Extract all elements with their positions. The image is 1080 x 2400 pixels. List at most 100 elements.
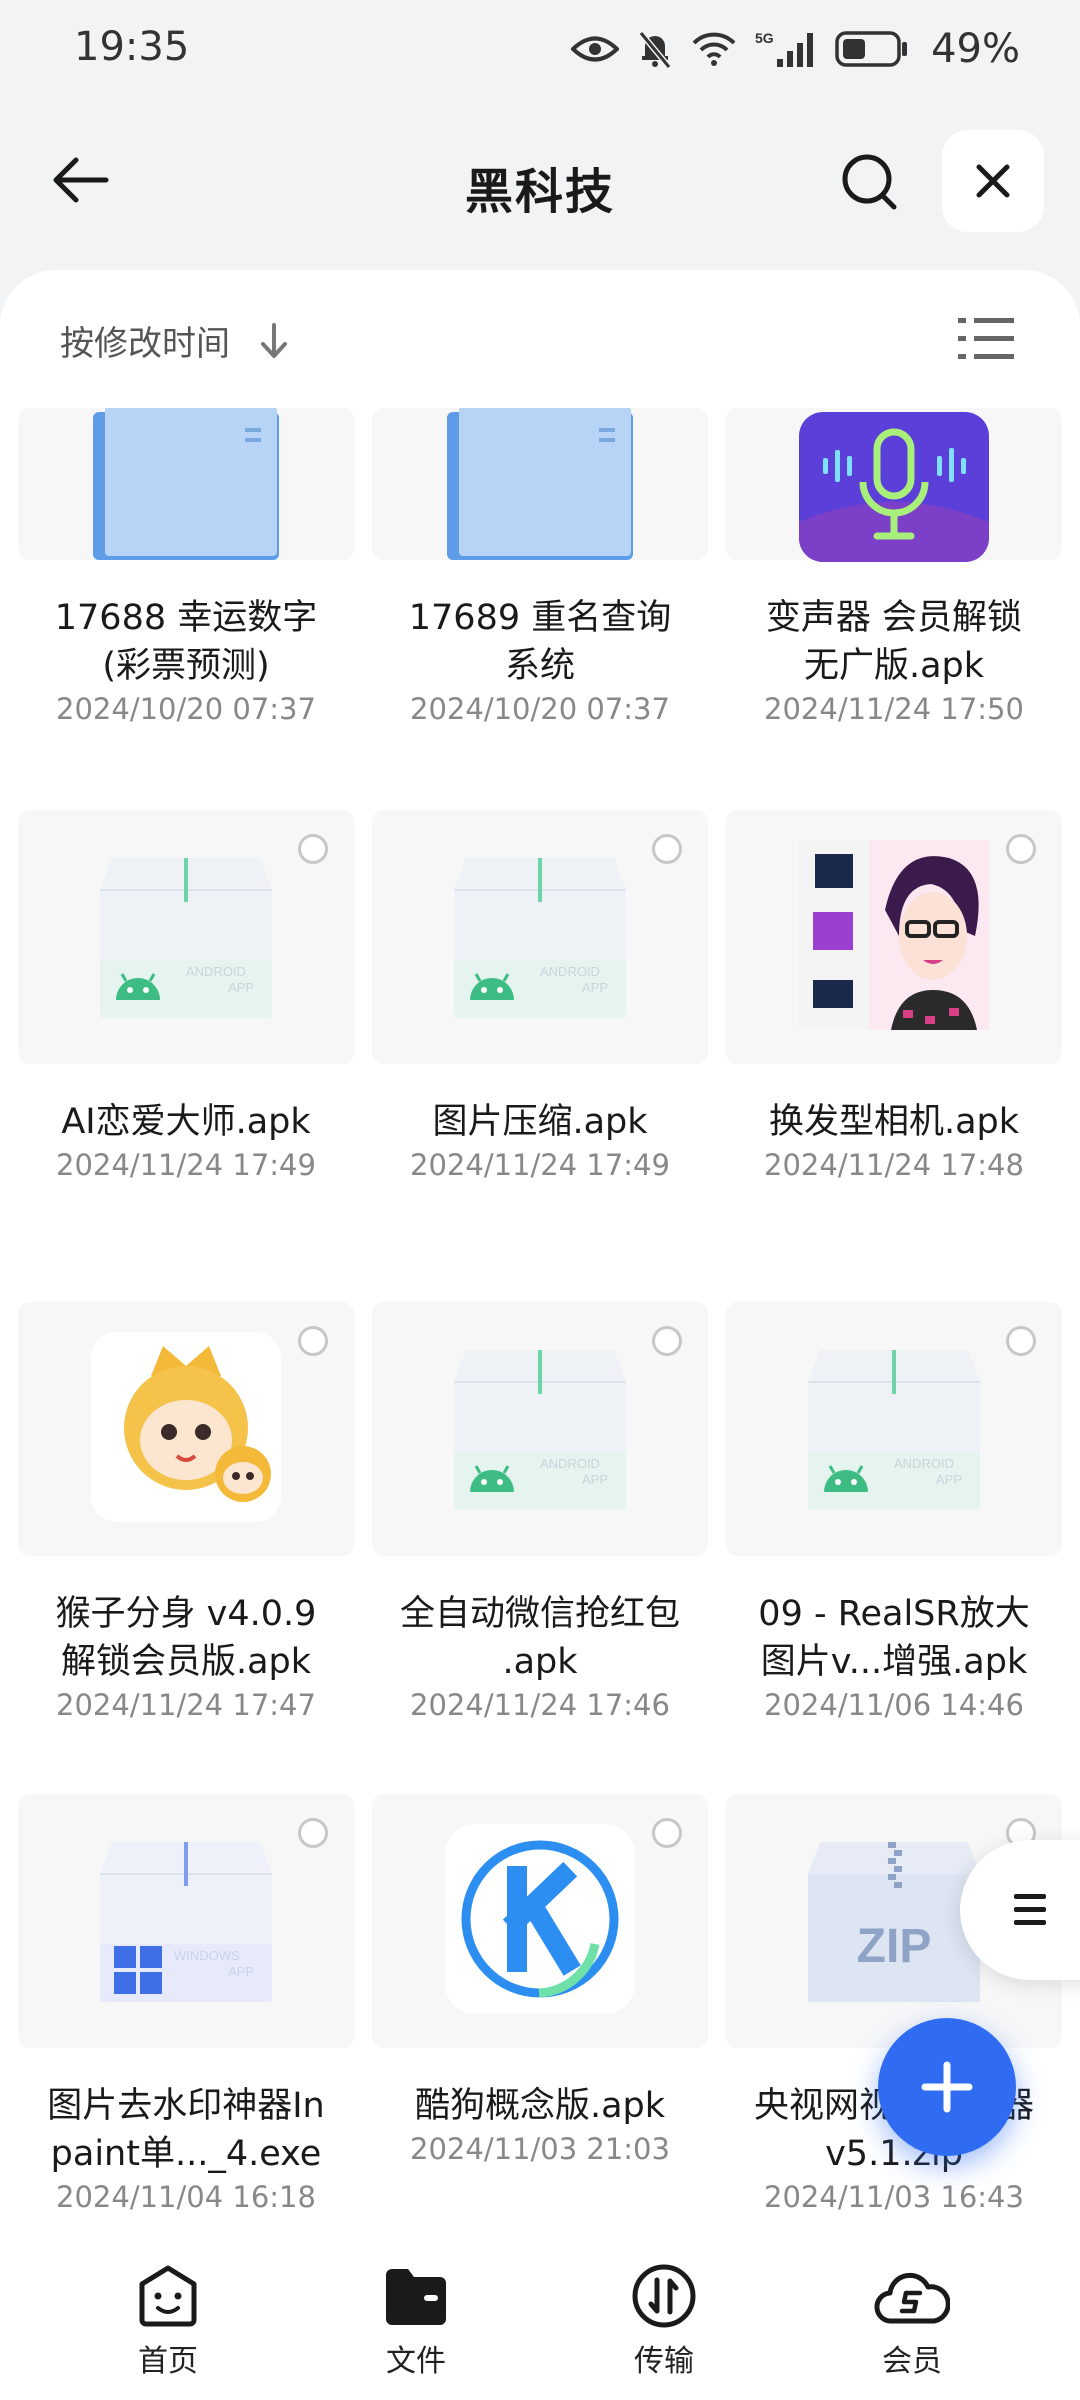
select-radio[interactable] — [298, 1818, 328, 1848]
search-icon — [842, 154, 897, 210]
file-thumbnail[interactable]: WINDOWS APP — [18, 1794, 354, 2048]
svg-text:ANDROID: ANDROID — [186, 964, 246, 979]
sort-bar: 按修改时间 — [0, 270, 1080, 408]
file-date: 2024/11/04 16:18 — [56, 2180, 316, 2214]
bottom-navigation: 首页 文件 传输 会员 — [0, 2240, 1080, 2400]
nav-home[interactable]: 首页 — [88, 2260, 248, 2380]
file-name-line: 无广版.apk — [803, 646, 985, 686]
file-date: 2024/10/20 07:37 — [410, 692, 670, 726]
svg-text:APP: APP — [582, 1472, 608, 1487]
svg-text:APP: APP — [582, 980, 608, 995]
file-name: 17689 重名查询 系统 — [362, 594, 718, 690]
svg-text:ANDROID: ANDROID — [540, 964, 600, 979]
select-radio[interactable] — [1006, 834, 1036, 864]
file-thumbnail[interactable] — [726, 408, 1062, 562]
file-date: 2024/10/20 07:37 — [56, 692, 316, 726]
list-view-icon[interactable] — [956, 314, 1016, 364]
svg-text:5G: 5G — [755, 30, 774, 46]
status-time: 19:35 — [74, 24, 190, 70]
svg-text:APP: APP — [936, 1472, 962, 1487]
android-apk-icon: ANDROID APP — [452, 1342, 628, 1516]
folder-icon — [91, 402, 281, 566]
page-title: 黑科技 — [464, 164, 615, 220]
file-thumbnail[interactable] — [372, 1794, 708, 2048]
file-name-line: 09 - RealSR放大 — [758, 1594, 1030, 1634]
sort-button[interactable]: 按修改时间 — [60, 316, 230, 365]
android-apk-icon: ANDROID APP — [452, 850, 628, 1024]
voice-changer-app-icon — [799, 412, 989, 566]
file-name-line: AI恋爱大师.apk — [61, 1102, 311, 1142]
select-radio[interactable] — [298, 834, 328, 864]
select-radio[interactable] — [652, 1326, 682, 1356]
mute-bell-icon — [638, 31, 672, 69]
file-name-line: (彩票预测) — [102, 646, 270, 686]
file-name-line: 猴子分身 v4.0.9 — [55, 1594, 317, 1634]
close-button[interactable] — [942, 130, 1044, 232]
eye-icon — [571, 36, 620, 62]
file-name-line: 图片压缩.apk — [432, 1102, 648, 1142]
file-name: 全自动微信抢红包 .apk — [362, 1590, 718, 1686]
file-name-line: 全自动微信抢红包 — [399, 1594, 680, 1634]
svg-text:APP: APP — [228, 1964, 254, 1979]
file-thumbnail[interactable]: ANDROID APP — [726, 1302, 1062, 1556]
file-thumbnail[interactable] — [18, 1302, 354, 1556]
home-face-icon — [139, 2265, 197, 2327]
file-name-line: 17689 重名查询 — [408, 598, 672, 638]
svg-text:WINDOWS: WINDOWS — [174, 1948, 240, 1963]
file-name-line: 17688 幸运数字 — [54, 598, 318, 638]
file-date: 2024/11/03 16:43 — [764, 2180, 1024, 2214]
nav-transfer[interactable]: 传输 — [584, 2260, 744, 2380]
file-name-line: 图片v...增强.apk — [760, 1642, 1028, 1682]
file-date: 2024/11/24 17:50 — [764, 692, 1024, 726]
file-name-line: v5.1.zip — [825, 2134, 963, 2174]
top-app-bar: 黑科技 — [0, 120, 1080, 240]
file-thumbnail[interactable]: ANDROID APP — [372, 1302, 708, 1556]
transfer-icon — [632, 2264, 696, 2328]
file-name: 酷狗概念版.apk — [362, 2082, 718, 2130]
file-name: AI恋爱大师.apk — [8, 1098, 364, 1146]
menu-icon — [1014, 1894, 1046, 1925]
file-thumbnail[interactable] — [18, 406, 354, 560]
hairstyle-camera-app-icon — [799, 840, 989, 1034]
monkey-clone-app-icon — [91, 1332, 281, 1526]
nav-vip[interactable]: 会员 — [832, 2260, 992, 2380]
nav-home-label: 首页 — [138, 2344, 198, 2379]
select-radio[interactable] — [298, 1326, 328, 1356]
file-name: 图片压缩.apk — [362, 1098, 718, 1146]
file-name-line: 变声器 会员解锁 — [765, 598, 1023, 638]
file-name-line: 酷狗概念版.apk — [414, 2086, 666, 2126]
vip-cloud-icon — [874, 2272, 950, 2324]
file-thumbnail[interactable] — [372, 406, 708, 560]
select-radio[interactable] — [652, 1818, 682, 1848]
add-button[interactable] — [878, 2018, 1016, 2156]
svg-text:ANDROID: ANDROID — [540, 1456, 600, 1471]
nav-files[interactable]: 文件 — [336, 2260, 496, 2380]
svg-text:APP: APP — [228, 980, 254, 995]
file-name-line: paint单..._4.exe — [50, 2134, 322, 2174]
file-name: 09 - RealSR放大 图片v...增强.apk — [716, 1590, 1072, 1686]
file-date: 2024/11/24 17:47 — [56, 1688, 316, 1722]
file-thumbnail[interactable] — [726, 810, 1062, 1064]
nav-files-label: 文件 — [386, 2344, 446, 2379]
status-bar: 19:35 5G 49% — [0, 0, 1080, 100]
file-name-line: 换发型相机.apk — [768, 1102, 1020, 1142]
arrow-down-icon[interactable] — [258, 322, 290, 360]
nav-vip-label: 会员 — [882, 2344, 942, 2379]
file-date: 2024/11/06 14:46 — [764, 1688, 1024, 1722]
select-radio[interactable] — [652, 834, 682, 864]
file-name: 换发型相机.apk — [716, 1098, 1072, 1146]
windows-exe-icon: WINDOWS APP — [98, 1834, 274, 2008]
file-thumbnail[interactable]: ANDROID APP — [18, 810, 354, 1064]
wifi-icon — [692, 32, 736, 66]
file-date: 2024/11/24 17:48 — [764, 1148, 1024, 1182]
battery-percent: 49% — [931, 26, 1020, 72]
file-thumbnail[interactable]: ANDROID APP — [372, 810, 708, 1064]
search-button[interactable] — [832, 144, 908, 220]
plus-icon — [921, 2061, 973, 2113]
file-name-line: 图片去水印神器In — [47, 2086, 325, 2126]
file-date: 2024/11/03 21:03 — [410, 2132, 670, 2166]
select-radio[interactable] — [1006, 1326, 1036, 1356]
kugou-app-icon — [445, 1824, 635, 2018]
android-apk-icon: ANDROID APP — [806, 1342, 982, 1516]
close-icon — [976, 164, 1010, 198]
